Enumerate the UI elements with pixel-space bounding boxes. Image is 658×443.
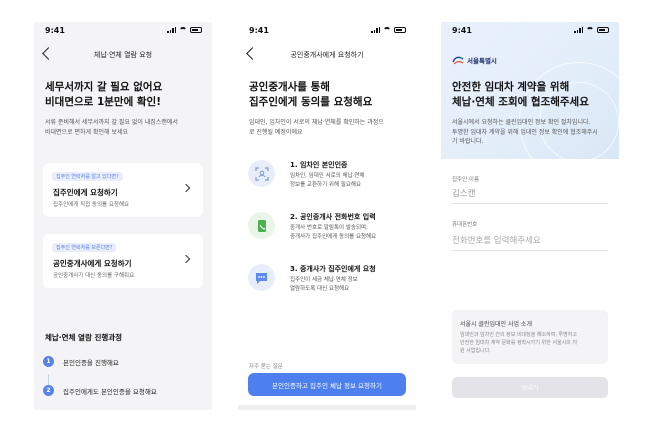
phone-input[interactable]: 전화번호를 입력해주세요: [452, 234, 541, 246]
step-description: 집주인이 세금 체납·연체 정보 열람하도록 대신 요청해요: [290, 277, 358, 292]
description: 임대인, 임차인이 서로의 체납·연체를 확인하는 과정으 로 진행될 예정이에…: [249, 119, 384, 136]
nav-title: 체납·연체 열람 요청: [93, 51, 153, 59]
process-step: 1 본인인증을 진행해요: [43, 356, 119, 367]
screen-request-overview: 9:41 체납·연체 열람 요청 세무서까지 갈 필요 없어요 비대면으로 1분…: [34, 22, 212, 410]
status-time: 9:41: [45, 26, 65, 35]
step-number: 1: [43, 356, 54, 367]
step-label: 본인인증을 진행해요: [63, 358, 119, 367]
process-title: 체납·연체 열람 진행과정: [45, 333, 123, 342]
logo-text: 서울특별시: [467, 57, 497, 65]
battery-icon: [190, 27, 202, 33]
seoul-emblem-icon: [452, 56, 464, 65]
headline: 공인중개사를 통해 집주인에게 동의를 요청해요: [249, 81, 373, 108]
status-time: 9:41: [452, 26, 472, 35]
name-label: 집주인 이름: [452, 177, 480, 183]
phone-icon: [248, 212, 275, 239]
faq-link[interactable]: 자주 묻는 질문: [249, 362, 283, 370]
step-title: 3. 중개사가 집주인에게 요청: [290, 265, 376, 273]
status-time: 9:41: [249, 26, 269, 35]
wifi-icon: [179, 27, 187, 33]
request-agent-card[interactable]: 집주인 연락처를 모른다면? 공인중개사에게 요청하기 공인중개사가 대신 동의…: [43, 234, 203, 288]
headline: 세무서까지 갈 필요 없어요 비대면으로 1분만에 확인!: [45, 81, 163, 108]
scan-icon: [248, 160, 275, 187]
description: 서울시에서 요청하는 클린임대인 정보 확인 절차입니다. 투명한 임대차 계약…: [452, 119, 598, 145]
chevron-right-icon: [181, 183, 191, 193]
chevron-right-icon: [181, 254, 191, 264]
guide-step: 3. 중개사가 집주인에게 요청 집주인이 세금 체납·연체 정보 열람하도록 …: [248, 264, 408, 304]
battery-icon: [597, 27, 609, 33]
card-subtitle: 공인중개사가 대신 동의를 구해줘요: [53, 273, 135, 279]
field-underline: [452, 203, 608, 204]
chat-icon: [248, 264, 275, 291]
nav-bar: 체납·연체 열람 요청: [34, 46, 212, 66]
screen-landlord-consent: 9:41 서울특별시 안전한 임대차 계약을 위해 체납·연체 조회에 협조해주…: [441, 22, 619, 410]
guide-step: 2. 공인중개사 전화번호 입력 중개사 번호로 알림톡이 발송되며, 중개사가…: [248, 212, 408, 252]
card-tag: 집주인 연락처를 알고 있다면?: [52, 172, 123, 181]
status-bar: 9:41: [441, 26, 619, 40]
request-owner-card[interactable]: 집주인 연락처를 알고 있다면? 집주인에게 요청하기 집주인에게 직접 동의를…: [43, 163, 203, 217]
guide-step: 1. 임차인 본인인증 임차인, 임대인 서로의 체납·연체 정보를 교환하기 …: [248, 160, 408, 200]
step-title: 1. 임차인 본인인증: [290, 161, 348, 169]
nav-title: 공인중개사에게 요청하기: [290, 51, 364, 59]
status-icons: [371, 27, 406, 33]
wifi-icon: [586, 27, 594, 33]
wifi-icon: [383, 27, 391, 33]
bottom-divider: [238, 405, 416, 410]
send-button[interactable]: 보내기: [452, 377, 608, 398]
card-title: 집주인에게 요청하기: [53, 188, 118, 197]
signal-icon: [371, 27, 380, 33]
name-field[interactable]: 김스캔: [452, 187, 475, 199]
process-step: 2 집주인에게도 본인인증을 요청해요: [43, 385, 157, 396]
signal-icon: [167, 27, 176, 33]
notice-description: 임대인과 임차인 간의 정보 비대칭을 해소하여, 투명하고 안전한 임대차 계…: [460, 332, 577, 354]
step-description: 임차인, 임대인 서로의 체납·연체 정보를 교환하기 위해 필요해요: [290, 173, 365, 188]
signal-icon: [574, 27, 583, 33]
status-bar: 9:41: [34, 26, 212, 40]
notice-title: 서울시 클린임대인 사업 소개: [460, 321, 532, 328]
step-description: 중개사 번호로 알림톡이 발송되며, 중개사가 집주인에게 동의를 요청해요: [290, 225, 377, 240]
status-bar: 9:41: [238, 26, 416, 40]
step-title: 2. 공인중개사 전화번호 입력: [290, 213, 376, 221]
seoul-logo: 서울특별시: [452, 55, 497, 65]
field-underline: [452, 250, 608, 251]
battery-icon: [394, 27, 406, 33]
program-notice: 서울시 클린임대인 사업 소개 임대인과 임차인 간의 정보 비대칭을 해소하여…: [452, 310, 608, 364]
step-label: 집주인에게도 본인인증을 요청해요: [63, 387, 157, 396]
nav-bar: 공인중개사에게 요청하기: [238, 46, 416, 66]
phone-label: 휴대폰번호: [452, 222, 478, 228]
description: 서류 준비해서 세무서까지 갈 필요 없이 내집스캔에서 비대면으로 편하게 확…: [45, 119, 178, 136]
step-number: 2: [43, 385, 54, 396]
card-tag: 집주인 연락처를 모른다면?: [52, 243, 117, 252]
screen-agent-request: 9:41 공인중개사에게 요청하기 공인중개사를 통해 집주인에게 동의를 요청…: [238, 22, 416, 410]
status-icons: [574, 27, 609, 33]
headline: 안전한 임대차 계약을 위해 체납·연체 조회에 협조해주세요: [452, 81, 589, 108]
card-title: 공인중개사에게 요청하기: [53, 259, 132, 268]
verify-and-request-button[interactable]: 본인인증하고 집주인 체납 정보 요청하기: [248, 373, 406, 396]
card-subtitle: 집주인에게 직접 동의를 요청해요: [53, 202, 130, 208]
status-icons: [167, 27, 202, 33]
